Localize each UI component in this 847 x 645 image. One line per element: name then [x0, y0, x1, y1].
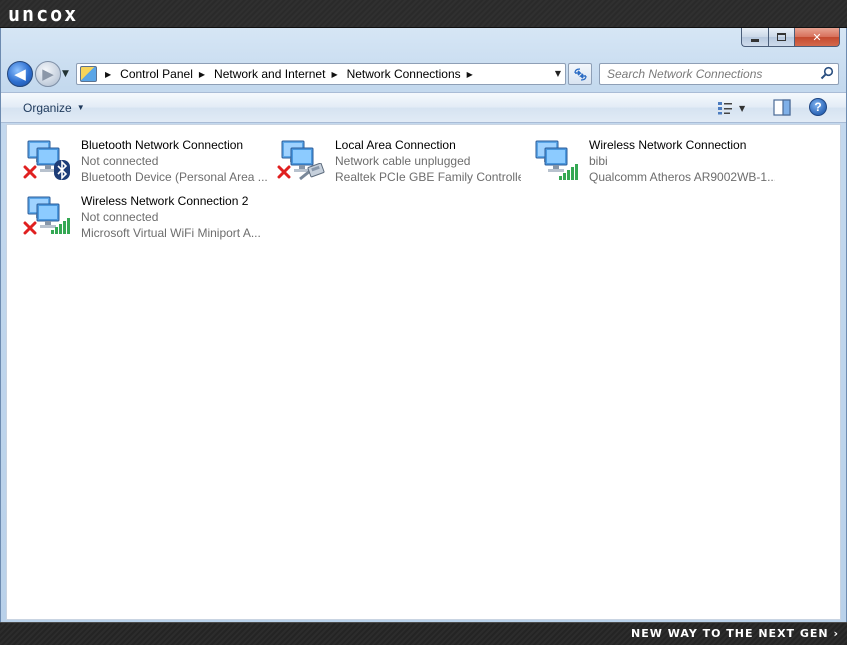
- connection-device: Microsoft Virtual WiFi Miniport A...: [81, 226, 261, 240]
- refresh-button[interactable]: [568, 63, 592, 85]
- ethernet-cable-icon: [299, 163, 325, 181]
- connection-status: bibi: [589, 154, 608, 168]
- brand-footer: NEW WAY TO THE NEXT GEN ›: [0, 622, 847, 645]
- organize-button[interactable]: Organize ▼: [15, 93, 93, 122]
- connection-name: Bluetooth Network Connection: [81, 138, 244, 152]
- navigation-row: ◀ ▶ ▼ ▶ Control Panel ▶ Network and Inte…: [1, 58, 846, 90]
- address-dropdown-icon[interactable]: ▼: [555, 69, 561, 78]
- connection-details: Bluetooth Network Connection Not connect…: [81, 137, 267, 185]
- change-view-button[interactable]: ▼: [717, 99, 757, 117]
- minimize-button[interactable]: [741, 28, 768, 47]
- chevron-down-icon: ▼: [739, 103, 746, 113]
- connection-details: Wireless Network Connection bibi Qualcom…: [589, 137, 775, 185]
- bluetooth-icon: [54, 160, 70, 180]
- back-button[interactable]: ◀: [7, 61, 33, 87]
- connection-device: Bluetooth Device (Personal Area ...: [81, 170, 267, 184]
- connection-status: Not connected: [81, 210, 159, 224]
- breadcrumb-chevron-icon[interactable]: ▶: [199, 70, 205, 79]
- search-box: [599, 63, 839, 85]
- connection-name: Local Area Connection: [335, 138, 456, 152]
- chevron-down-icon: ▼: [76, 103, 85, 112]
- preview-pane-icon[interactable]: [773, 99, 791, 116]
- view-details-icon: [718, 102, 732, 115]
- error-x-icon: [23, 165, 37, 179]
- connection-details: Wireless Network Connection 2 Not connec…: [81, 193, 267, 241]
- breadcrumb-chevron-icon[interactable]: ▶: [331, 70, 337, 79]
- recent-pages-button[interactable]: ▼: [62, 69, 69, 79]
- breadcrumb-item-control-panel[interactable]: Control Panel: [120, 67, 193, 81]
- list-item[interactable]: Wireless Network Connection 2 Not connec…: [12, 189, 262, 241]
- connections-list: Bluetooth Network Connection Not connect…: [6, 124, 841, 620]
- breadcrumb-chevron-icon[interactable]: ▶: [105, 70, 111, 79]
- maximize-icon: [777, 33, 786, 41]
- organize-label: Organize: [23, 100, 72, 115]
- connection-name: Wireless Network Connection: [589, 138, 747, 152]
- breadcrumb: ▶ Control Panel ▶ Network and Internet ▶…: [101, 64, 482, 84]
- wifi-signal-icon: [51, 218, 70, 234]
- brand-tagline: NEW WAY TO THE NEXT GEN ›: [631, 627, 839, 640]
- brand-logo: uncox: [8, 2, 79, 26]
- connection-details: Local Area Connection Network cable unpl…: [335, 137, 521, 185]
- error-x-icon: [23, 221, 37, 235]
- list-item[interactable]: Local Area Connection Network cable unpl…: [266, 133, 521, 185]
- control-panel-icon: [80, 66, 97, 82]
- explorer-window: ✕ ◀ ▶ ▼ ▶ Control Panel ▶ Network and In…: [0, 28, 847, 622]
- refresh-icon: [573, 67, 587, 81]
- minimize-icon: [751, 38, 759, 42]
- search-icon[interactable]: [820, 66, 834, 80]
- wifi-signal-icon: [559, 164, 578, 180]
- connection-status: Network cable unplugged: [335, 154, 471, 168]
- close-icon: ✕: [812, 30, 822, 44]
- list-item[interactable]: Wireless Network Connection bibi Qualcom…: [520, 133, 775, 185]
- forward-button[interactable]: ▶: [35, 61, 61, 87]
- forward-arrow-icon: ▶: [42, 65, 54, 83]
- breadcrumb-item-network-and-internet[interactable]: Network and Internet: [214, 67, 325, 81]
- connection-status: Not connected: [81, 154, 159, 168]
- breadcrumb-chevron-icon[interactable]: ▶: [467, 70, 473, 79]
- close-button[interactable]: ✕: [794, 28, 840, 47]
- connection-device: Qualcomm Atheros AR9002WB-1...: [589, 170, 775, 184]
- connection-device: Realtek PCIe GBE Family Controller: [335, 170, 521, 184]
- error-x-icon: [277, 165, 291, 179]
- maximize-button[interactable]: [768, 28, 794, 47]
- address-bar[interactable]: ▶ Control Panel ▶ Network and Internet ▶…: [76, 63, 566, 85]
- breadcrumb-item-network-connections[interactable]: Network Connections: [347, 67, 461, 81]
- caption-buttons: ✕: [741, 28, 840, 48]
- help-button[interactable]: ?: [809, 98, 827, 116]
- list-item[interactable]: Bluetooth Network Connection Not connect…: [12, 133, 267, 185]
- help-icon: ?: [814, 100, 822, 114]
- command-bar: Organize ▼ ▼ ?: [1, 92, 846, 123]
- brand-header: uncox: [0, 0, 847, 28]
- search-input[interactable]: [600, 64, 810, 84]
- back-arrow-icon: ◀: [14, 65, 26, 83]
- connection-name: Wireless Network Connection 2: [81, 194, 249, 208]
